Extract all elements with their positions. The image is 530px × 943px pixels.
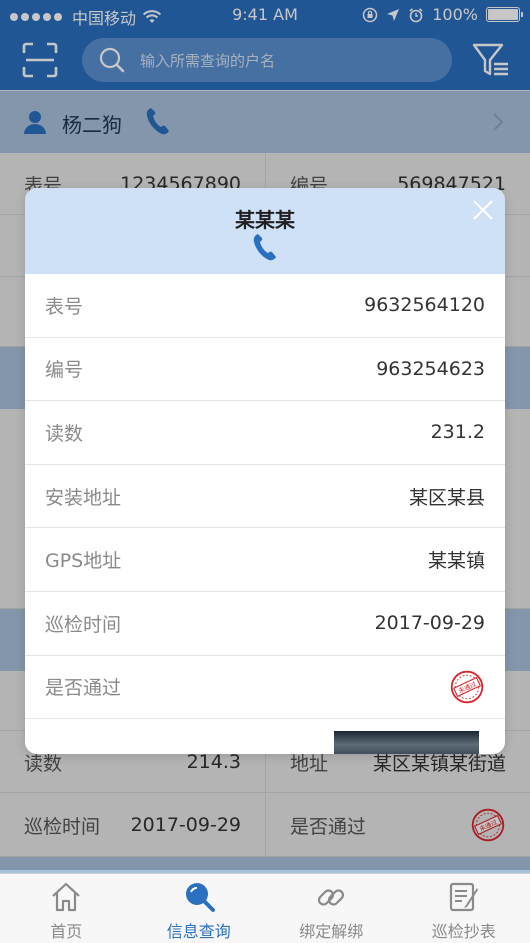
modal-header: 某某某: [25, 188, 505, 274]
tab-home-label: 首页: [50, 922, 83, 941]
detail-value: 963254623: [376, 357, 485, 380]
detail-row-install-address: 安装地址 某区某县: [25, 465, 505, 529]
detail-row-inspect-time: 巡检时间 2017-09-29: [25, 592, 505, 656]
link-icon: [318, 889, 345, 906]
close-icon[interactable]: [471, 198, 495, 222]
detail-label: 读数: [45, 422, 84, 445]
tab-bar: 首页 信息查询 绑定解绑 巡检抄表: [0, 873, 530, 943]
tab-info-query[interactable]: 信息查询: [133, 874, 266, 943]
detail-value: 231.2: [430, 421, 485, 444]
detail-value: 某某镇: [427, 550, 485, 573]
tab-info-query-label: 信息查询: [166, 922, 231, 941]
tab-home[interactable]: 首页: [0, 874, 133, 943]
detail-value: 2017-09-29: [374, 612, 485, 635]
tab-bind-unbind[interactable]: 绑定解绑: [265, 874, 398, 943]
detail-label: 表号: [45, 295, 84, 318]
detail-label: 是否通过: [45, 677, 122, 700]
detail-value: 9632564120: [364, 294, 485, 317]
detail-row-passed: 是否通过 未通过: [25, 656, 505, 720]
detail-label: 巡检时间: [45, 613, 122, 636]
edit-icon: [449, 882, 478, 912]
tab-inspection-label: 巡检抄表: [431, 922, 496, 941]
detail-value: 某区某县: [408, 486, 485, 509]
detail-label: 安装地址: [45, 486, 122, 509]
detail-label: GPS地址: [45, 550, 122, 573]
detail-row-code: 编号 963254623: [25, 338, 505, 402]
detail-label: 编号: [45, 359, 84, 382]
modal-title: 某某某: [235, 208, 295, 232]
detail-row-meter: 表号 9632564120: [25, 274, 505, 338]
tab-bind-unbind-label: 绑定解绑: [299, 922, 364, 941]
search-icon: [185, 883, 215, 912]
detail-row-reading: 读数 231.2: [25, 401, 505, 465]
phone-icon[interactable]: [251, 232, 279, 262]
meter-photo[interactable]: [334, 731, 479, 754]
tab-inspection[interactable]: 巡检抄表: [398, 874, 530, 943]
home-icon: [52, 882, 80, 912]
not-passed-stamp-icon: 未通过: [450, 670, 484, 704]
detail-row-gps-address: GPS地址 某某镇: [25, 528, 505, 592]
customer-detail-modal: 某某某 表号 9632564120 编号 963254623 读数 231.2 …: [25, 188, 505, 754]
